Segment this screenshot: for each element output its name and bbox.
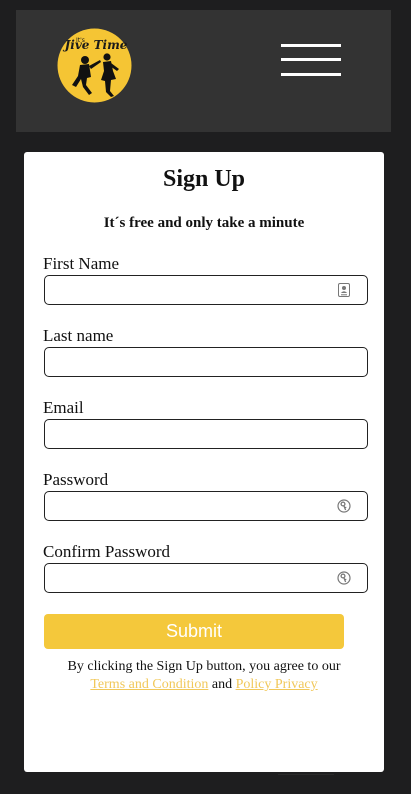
contact-card-icon[interactable]	[337, 283, 351, 297]
terms-prefix: By clicking the Sign Up button, you agre…	[67, 659, 341, 674]
first-name-label: First Name	[43, 254, 120, 273]
menu-bar-middle	[281, 58, 341, 61]
menu-bar-top	[281, 44, 341, 47]
last-name-input[interactable]	[44, 347, 368, 377]
app-frame: Jive Time It's Sign Up It´s free and onl…	[16, 10, 391, 794]
confirm-password-label: Confirm Password	[43, 542, 171, 561]
menu-bar-bottom	[281, 73, 341, 76]
footer-divider	[278, 774, 334, 775]
site-header: Jive Time It's	[16, 10, 391, 132]
password-input[interactable]	[44, 491, 368, 521]
page-subtitle: It´s free and only take a minute	[103, 215, 305, 231]
password-key-icon[interactable]	[337, 571, 351, 585]
email-label: Email	[43, 398, 84, 417]
confirm-password-input[interactable]	[44, 563, 368, 593]
hamburger-menu-icon[interactable]	[281, 44, 341, 76]
policy-privacy-link[interactable]: Policy Privacy	[236, 677, 318, 692]
submit-button[interactable]: Submit	[44, 614, 344, 649]
first-name-input[interactable]	[44, 275, 368, 305]
last-name-label: Last name	[43, 326, 114, 345]
page-title: Sign Up	[162, 166, 246, 192]
terms-and-condition-link[interactable]: Terms and Condition	[90, 677, 208, 692]
logo-small-text: It's	[76, 37, 85, 44]
password-label: Password	[43, 470, 109, 489]
password-key-icon[interactable]	[337, 499, 351, 513]
signup-card: Sign Up It´s free and only take a minute…	[24, 152, 384, 772]
terms-notice: By clicking the Sign Up button, you agre…	[24, 658, 384, 694]
terms-conjunction: and	[211, 677, 233, 692]
jive-time-logo[interactable]: Jive Time It's	[56, 27, 133, 104]
logo-text: Jive Time	[63, 38, 128, 52]
email-input[interactable]	[44, 419, 368, 449]
